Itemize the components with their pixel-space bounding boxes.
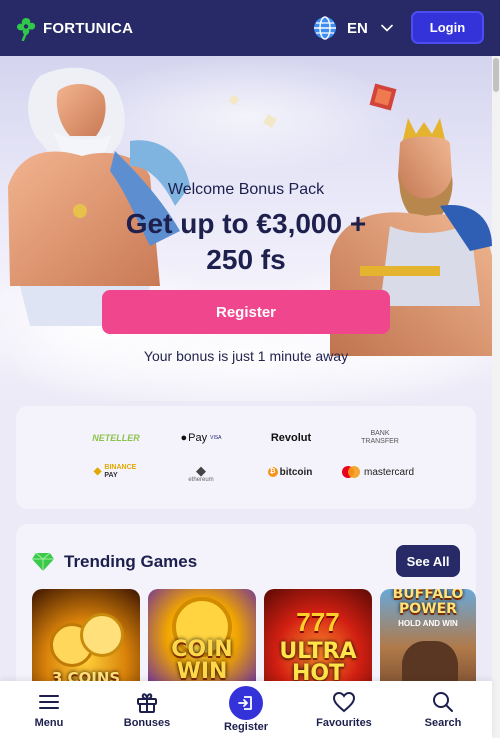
brand-name: FORTUNICA <box>43 19 134 37</box>
neteller-logo: NETELLER <box>92 433 140 443</box>
hero-note: Your bonus is just 1 minute away <box>143 348 349 364</box>
mastercard-label: mastercard <box>363 466 414 478</box>
bank-transfer-logo: BANK TRANSFER <box>356 428 404 448</box>
hamburger-menu-icon <box>39 695 59 709</box>
see-all-button[interactable]: See All <box>396 545 460 577</box>
bank-label: BANK <box>370 430 390 437</box>
mastercard-circles-icon <box>341 466 360 478</box>
gift-icon <box>137 693 157 713</box>
binance-pay-label: PAY <box>104 472 118 479</box>
nav-menu[interactable]: Menu <box>9 681 89 738</box>
game-subtitle: HOLD AND WIN <box>398 619 458 628</box>
nav-search[interactable]: Search <box>403 681 483 738</box>
ethereum-diamond-icon: ◆ <box>196 462 206 478</box>
game-title: COIN WIN <box>171 637 233 684</box>
nav-menu-label: Menu <box>34 717 64 729</box>
bitcoin-label: bitcoin <box>279 466 313 478</box>
language-selector[interactable]: EN <box>313 14 394 42</box>
bitcoin-logo: ₿ bitcoin <box>262 462 318 482</box>
language-code: EN <box>347 19 368 37</box>
nav-favourites[interactable]: Favourites <box>304 681 384 738</box>
apple-pay-logo: ● Pay VISA <box>176 430 226 446</box>
nav-register-label: Register <box>223 721 269 733</box>
hero-title-line-1: Get up to €3,000 + <box>125 208 367 239</box>
apple-pay-label: Pay <box>188 432 208 444</box>
hero-title-line-2: 250 fs <box>206 244 286 275</box>
payment-methods-panel: NETELLER ● Pay VISA Revolut BANK TRANSFE… <box>16 406 476 509</box>
brand-logo[interactable]: FORTUNICA <box>14 14 133 42</box>
visa-label: VISA <box>210 435 222 441</box>
register-fab[interactable] <box>229 686 263 720</box>
coin-art <box>80 613 124 657</box>
ethereum-logo: ◆ ethereum <box>176 460 226 486</box>
nav-favourites-label: Favourites <box>316 717 372 729</box>
hero-register-button[interactable]: Register <box>102 290 390 334</box>
chevron-down-icon <box>381 24 393 32</box>
top-header: FORTUNICA EN Login <box>0 0 500 56</box>
ethereum-label: ethereum <box>188 476 214 483</box>
mastercard-logo: mastercard <box>336 462 420 482</box>
bitcoin-icon: ₿ <box>267 467 278 477</box>
binance-diamond-icon: ◆ <box>93 466 102 477</box>
hero-banner: Welcome Bonus Pack Get up to €3,000 + 25… <box>0 56 492 401</box>
binance-label: BINANCE <box>104 464 137 471</box>
gem-icon <box>32 552 54 571</box>
revolut-logo: Revolut <box>270 432 312 444</box>
heart-icon <box>332 691 356 713</box>
game-title: ULTRA HOT <box>279 639 357 686</box>
game-title: BUFFALO POWER <box>392 589 464 617</box>
transfer-label: TRANSFER <box>361 438 399 445</box>
binance-pay-text: BINANCE PAY <box>104 464 136 480</box>
hero-subtitle: Welcome Bonus Pack <box>167 181 325 198</box>
scrollbar-thumb[interactable] <box>493 58 499 92</box>
page-scrollbar[interactable] <box>492 56 500 738</box>
nav-bonuses[interactable]: Bonuses <box>107 681 187 738</box>
globe-icon <box>314 16 336 40</box>
apple-icon: ● <box>180 432 188 444</box>
register-icon <box>238 696 252 710</box>
binance-pay-logo: ◆ BINANCE PAY <box>84 462 146 482</box>
search-icon <box>433 692 453 712</box>
login-button[interactable]: Login <box>411 11 484 44</box>
sevens-art: 777 <box>296 607 340 637</box>
nav-bonuses-label: Bonuses <box>123 717 171 729</box>
trending-title: Trending Games <box>64 552 198 571</box>
nav-search-label: Search <box>424 717 462 729</box>
clover-logo-icon <box>14 15 38 41</box>
hero-title: Get up to €3,000 + 250 fs <box>0 206 492 278</box>
